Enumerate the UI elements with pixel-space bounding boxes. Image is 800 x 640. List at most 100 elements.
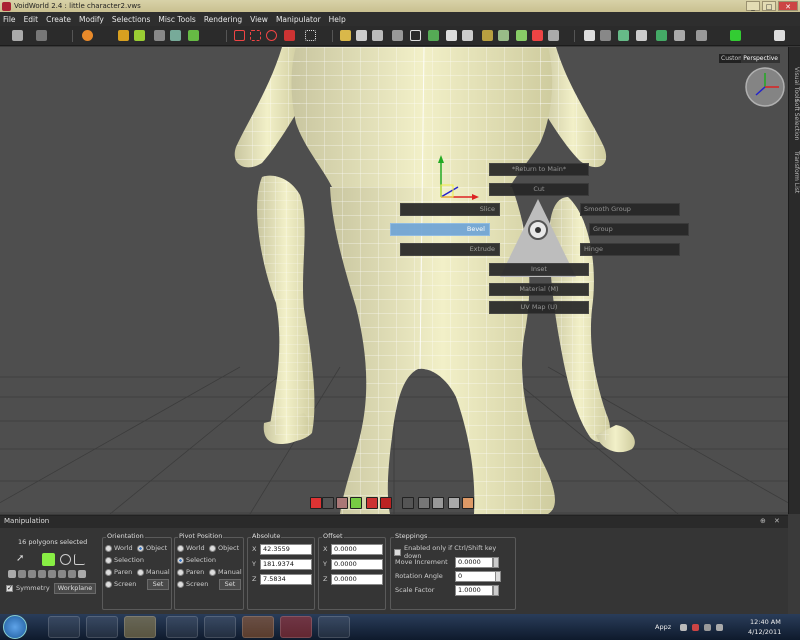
absolute-x-field[interactable]: 42.3559 (260, 544, 312, 555)
grid9-tool-icon[interactable] (462, 30, 473, 41)
appz-label[interactable]: Appz (655, 623, 671, 631)
free-plane-icon[interactable] (78, 570, 86, 578)
cube-tool-icon[interactable] (356, 30, 367, 41)
texture-display-icon[interactable] (448, 497, 460, 509)
offset-y-field[interactable]: 0.0000 (331, 559, 383, 570)
scale-factor-field[interactable]: 1.0000 (455, 585, 493, 596)
taskbar-blender-icon[interactable] (166, 616, 198, 638)
lit-display-icon[interactable] (462, 497, 474, 509)
scale-factor-spinner[interactable] (493, 585, 499, 596)
tray-flag-icon[interactable] (716, 624, 723, 631)
clock-date[interactable]: 4/12/2011 (748, 628, 781, 636)
scale-tool-icon[interactable] (74, 554, 85, 565)
symmetry-toggle[interactable]: Symmetry (6, 584, 50, 592)
render-settings-icon[interactable] (674, 30, 685, 41)
grid-view-icon[interactable] (636, 30, 647, 41)
radial-slice[interactable]: Slice (400, 203, 500, 216)
layout-tool-icon[interactable] (774, 30, 785, 41)
polygon-mode-icon[interactable] (350, 497, 362, 509)
move-increment-field[interactable]: 0.0000 (455, 557, 493, 568)
taskbar-explorer-icon[interactable] (124, 616, 156, 638)
move-increment-spinner[interactable] (493, 557, 499, 568)
orientation-world-option[interactable]: World (105, 544, 133, 552)
offset-z-field[interactable]: 0.0000 (331, 574, 383, 585)
plane-yz-icon[interactable] (58, 570, 66, 578)
chevron-down-icon[interactable] (495, 571, 501, 582)
sphere-tool-icon[interactable] (82, 30, 93, 41)
tray-alert-icon[interactable] (692, 624, 699, 631)
taskbar-voidworld-icon[interactable] (280, 616, 312, 638)
axis-y-icon[interactable] (28, 570, 36, 578)
radial-hinge[interactable]: Hinge (580, 243, 680, 256)
pin-tool-icon[interactable] (532, 30, 543, 41)
pivot-selection-option[interactable]: Selection (177, 556, 216, 564)
menu-help[interactable]: Help (329, 15, 346, 24)
select-arrow-icon[interactable]: ➚ (16, 554, 27, 565)
orientation-parent-option[interactable]: Paren (105, 568, 132, 576)
clock-time[interactable]: 12:40 AM (750, 618, 781, 626)
pivot-parent-option[interactable]: Paren (177, 568, 204, 576)
radio-button[interactable] (177, 580, 184, 588)
element-mode-icon[interactable] (366, 497, 378, 509)
settings-tool-icon[interactable] (548, 30, 559, 41)
smooth-display-icon[interactable] (432, 497, 444, 509)
cylinder-tool-icon[interactable] (498, 30, 509, 41)
orientation-manual-option[interactable]: Manual (137, 568, 170, 576)
render-tool-icon[interactable] (656, 30, 667, 41)
radial-extrude[interactable]: Extrude (400, 243, 500, 256)
light-tool-icon[interactable] (340, 30, 351, 41)
pivot-screen-option[interactable]: Screen (177, 580, 208, 588)
menu-rendering[interactable]: Rendering (204, 15, 242, 24)
symmetry-checkbox[interactable] (6, 584, 13, 592)
taskbar-firefox-icon[interactable] (242, 616, 274, 638)
radial-group[interactable]: Group (589, 223, 689, 236)
steppings-checkbox[interactable] (394, 548, 401, 556)
radio-button[interactable] (105, 544, 112, 552)
menu-edit[interactable]: Edit (24, 15, 39, 24)
panel-close-icon[interactable]: ✕ (774, 517, 780, 525)
absolute-y-field[interactable]: 181.9374 (260, 559, 312, 570)
select-rect-icon[interactable] (234, 30, 245, 41)
radio-button[interactable] (137, 568, 144, 576)
tab-transform-list[interactable]: Transform List (790, 151, 800, 193)
radio-button[interactable] (137, 544, 144, 552)
taskbar-inkscape-icon[interactable] (86, 616, 118, 638)
radial-return-to-main[interactable]: *Return to Main* (489, 163, 589, 176)
select-circle-icon[interactable] (266, 30, 277, 41)
select-marquee-icon[interactable] (305, 30, 316, 41)
axis-lock-icon[interactable] (8, 570, 16, 578)
orientation-set-button[interactable]: Set (147, 579, 169, 590)
orientation-selection-option[interactable]: Selection (105, 556, 144, 564)
select-lasso-icon[interactable] (284, 30, 295, 41)
paint-tool-icon[interactable] (118, 30, 129, 41)
menu-create[interactable]: Create (46, 15, 71, 24)
redo-icon[interactable] (36, 30, 47, 41)
edge-mode-icon[interactable] (336, 497, 348, 509)
move-tool-icon[interactable] (42, 553, 55, 566)
point-mode-icon[interactable] (322, 497, 334, 509)
menu-file[interactable]: File (3, 15, 16, 24)
camera-tool-icon[interactable] (392, 30, 403, 41)
grid4-tool-icon[interactable] (446, 30, 457, 41)
radio-button[interactable] (177, 556, 184, 564)
pin-icon[interactable]: ⊕ (760, 517, 766, 525)
radio-button[interactable] (209, 568, 216, 576)
layer-tool-icon[interactable] (618, 30, 629, 41)
taskbar-paint-icon[interactable] (318, 616, 350, 638)
radio-button[interactable] (209, 544, 216, 552)
radial-cut[interactable]: Cut (489, 183, 589, 196)
menu-selections[interactable]: Selections (112, 15, 150, 24)
cube-alt-tool-icon[interactable] (372, 30, 383, 41)
eye-icon[interactable] (696, 30, 707, 41)
rotation-angle-select[interactable]: 0 (455, 571, 499, 582)
pivot-world-option[interactable]: World (177, 544, 205, 552)
pivot-manual-option[interactable]: Manual (209, 568, 242, 576)
tab-visual-tools[interactable]: Visual Tools (790, 67, 800, 102)
menu-modify[interactable]: Modify (79, 15, 104, 24)
character-model[interactable] (234, 47, 635, 514)
radio-button[interactable] (105, 568, 112, 576)
view-orientation-widget[interactable] (745, 67, 785, 107)
menu-manipulator[interactable]: Manipulator (276, 15, 321, 24)
radial-smooth-group[interactable]: Smooth Group (580, 203, 680, 216)
taskbar-app-icon[interactable] (204, 616, 236, 638)
